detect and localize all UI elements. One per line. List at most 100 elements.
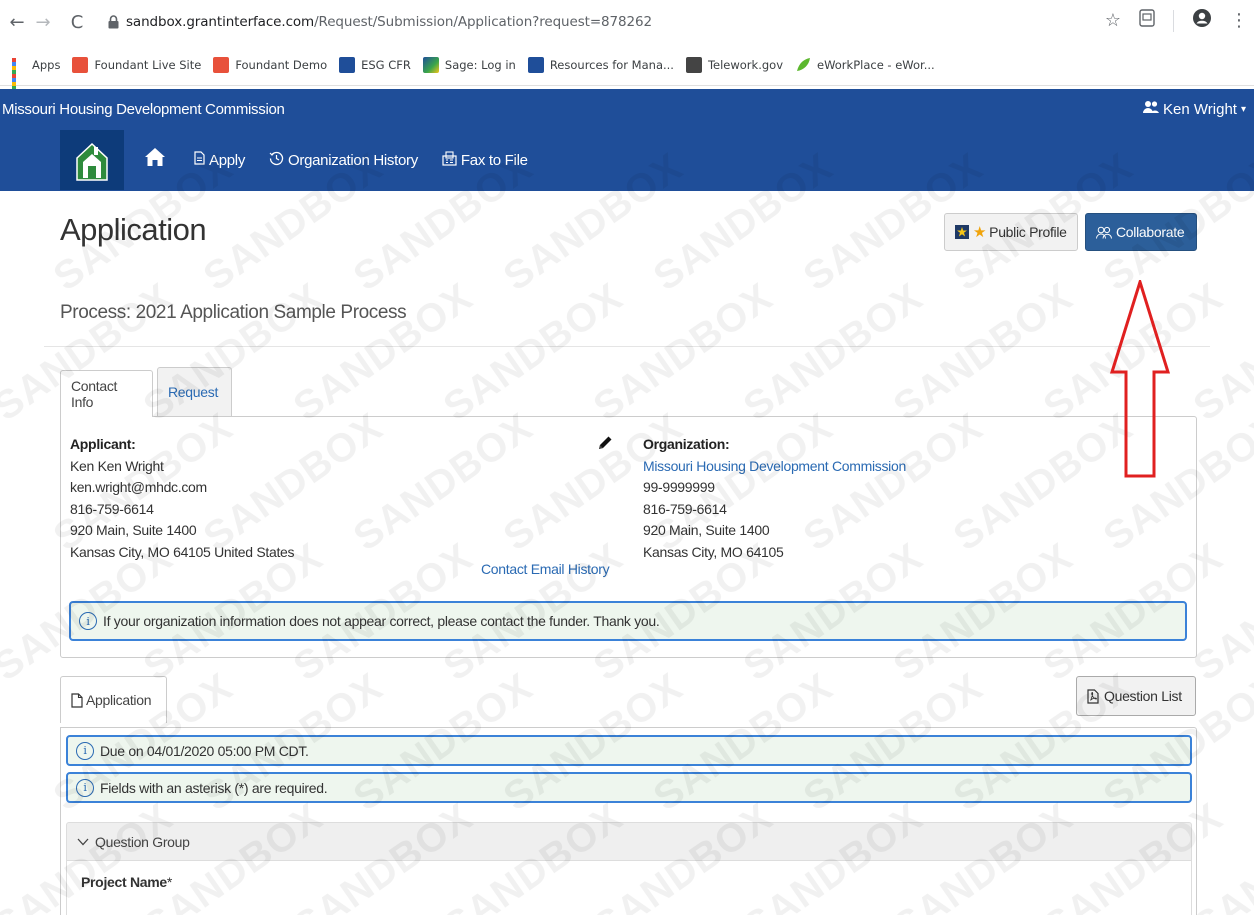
address-bar[interactable]: sandbox.grantinterface.com/Request/Submi… — [126, 14, 652, 30]
watermark-text: SANDBOX — [885, 274, 1081, 430]
application-panel: i Due on 04/01/2020 05:00 PM CDT. i Fiel… — [60, 727, 1197, 915]
url-host: sandbox.grantinterface.com — [126, 14, 315, 30]
button-label: Collaborate — [1116, 224, 1185, 240]
flag-icon — [955, 225, 969, 239]
watermark-text: SANDBOX — [1185, 274, 1254, 430]
watermark-text: SANDBOX — [285, 274, 481, 430]
bookmark-apps[interactable]: Apps — [12, 57, 61, 94]
question-group-header[interactable]: Question Group — [66, 822, 1192, 861]
organization-ein: 99-9999999 — [643, 479, 715, 496]
caret-down-icon: ▾ — [1240, 103, 1246, 115]
info-icon: i — [76, 778, 94, 797]
chevron-down-icon — [77, 838, 89, 846]
nav-apply[interactable]: Apply — [194, 151, 245, 169]
organization-phone: 816-759-6614 — [643, 500, 727, 517]
reload-icon[interactable]: C — [64, 12, 90, 33]
extension-icon[interactable] — [1139, 9, 1155, 32]
tab-request[interactable]: Request — [157, 367, 232, 416]
process-name: Process: 2021 Application Sample Process — [60, 302, 407, 323]
bookmark-label: eWorkPlace - eWor... — [817, 57, 935, 72]
required-asterisk: * — [166, 874, 173, 890]
applicant-name: Ken Ken Wright — [70, 457, 164, 474]
users-icon — [1143, 100, 1160, 118]
nav-label: Fax to File — [460, 151, 528, 169]
bookmark-label: Resources for Mana... — [549, 57, 674, 72]
foundant-icon — [72, 56, 89, 73]
nav-label: Organization History — [288, 151, 418, 169]
question-list-button[interactable]: Question List — [1076, 676, 1196, 716]
apps-grid-icon — [12, 57, 26, 94]
bookmark-label: Telework.gov — [707, 57, 783, 72]
contact-email-history-link[interactable]: Contact Email History — [481, 561, 610, 577]
public-profile-button[interactable]: ★ Public Profile — [944, 213, 1078, 251]
tab-application[interactable]: Application — [60, 676, 167, 723]
applicant-address-line2: Kansas City, MO 64105 United States — [70, 543, 295, 560]
bookmark-label: Apps — [32, 57, 61, 72]
profile-icon[interactable] — [1192, 8, 1212, 33]
annotation-arrow-icon — [1109, 280, 1171, 478]
star-icon[interactable]: ☆ — [1105, 10, 1121, 31]
bookmark-label: Foundant Live Site — [94, 57, 202, 72]
contact-info-panel: Applicant: Ken Ken Wright ken.wright@mhd… — [60, 416, 1197, 658]
info-icon: i — [79, 612, 97, 630]
document-icon — [194, 151, 205, 169]
users-icon — [1096, 226, 1112, 239]
nav-fax-to-file[interactable]: Fax to File — [442, 150, 528, 170]
bookmark-esg-cfr[interactable]: ESG CFR — [339, 56, 411, 73]
applicant-heading: Applicant: — [70, 436, 136, 452]
sage-icon — [422, 56, 439, 73]
watermark-text: SANDBOX — [435, 274, 631, 430]
organization-heading: Organization: — [643, 436, 730, 452]
star-icon: ★ — [973, 223, 987, 241]
bookmark-foundant-live[interactable]: Foundant Live Site — [72, 56, 202, 73]
url-path: /Request/Submission/Application?request=… — [314, 14, 652, 30]
collaborate-button[interactable]: Collaborate — [1085, 213, 1197, 251]
tab-label: Request — [168, 384, 219, 400]
organization-info: Organization: Missouri Housing Developme… — [643, 434, 906, 564]
organization-name-link[interactable]: Missouri Housing Development Commission — [643, 456, 906, 478]
toolbar-divider — [1173, 9, 1174, 32]
watermark-text: SANDBOX — [735, 274, 931, 430]
site-nav: Apply Organization History Fax to File — [0, 129, 1254, 191]
question-group-body: Project Name* — [66, 860, 1192, 915]
user-name: Ken Wright — [1163, 100, 1237, 118]
tab-label: Application — [86, 692, 152, 708]
nav-label: Apply — [209, 151, 246, 169]
bookmark-label: Foundant Demo — [235, 57, 328, 72]
lock-icon — [106, 14, 120, 30]
tab-contact-info[interactable]: Contact Info — [60, 370, 153, 417]
nav-organization-history[interactable]: Organization History — [269, 151, 418, 170]
applicant-email: ken.wright@mhdc.com — [70, 479, 207, 496]
menu-kebab-icon[interactable]: ⋮ — [1230, 10, 1248, 31]
user-menu[interactable]: Ken Wright ▾ — [1143, 100, 1246, 118]
home-icon[interactable] — [144, 147, 166, 173]
bookmark-resources[interactable]: Resources for Mana... — [527, 56, 674, 73]
browser-toolbar: ← → C sandbox.grantinterface.com/Request… — [0, 0, 1254, 44]
bookmark-eworkplace[interactable]: eWorkPlace - eWor... — [795, 57, 935, 73]
button-label: Public Profile — [989, 224, 1067, 240]
gsa-icon — [527, 56, 544, 73]
back-arrow-icon[interactable]: ← — [4, 12, 30, 33]
bookmarks-bar: Apps Foundant Live Site Foundant Demo ES… — [0, 44, 1254, 94]
org-info-notice: i If your organization information does … — [69, 601, 1187, 641]
bookmark-sage[interactable]: Sage: Log in — [422, 56, 516, 73]
site-header: Missouri Housing Development Commission … — [0, 89, 1254, 129]
history-icon — [269, 151, 284, 170]
forward-arrow-icon[interactable]: → — [30, 12, 56, 33]
required-fields-notice: i Fields with an asterisk (*) are requir… — [66, 772, 1192, 803]
field-label: Project Name — [81, 874, 167, 890]
bookmark-telework[interactable]: Telework.gov — [685, 56, 783, 73]
button-label: Question List — [1104, 688, 1182, 704]
file-icon — [71, 692, 83, 708]
watermark-text: SANDBOX — [585, 274, 781, 430]
pencil-icon[interactable] — [597, 435, 613, 454]
telework-icon — [685, 56, 702, 73]
site-org-name[interactable]: Missouri Housing Development Commission — [2, 101, 285, 118]
info-icon: i — [76, 741, 94, 760]
project-name-label: Project Name* — [81, 874, 172, 890]
applicant-address-line1: 920 Main, Suite 1400 — [70, 522, 197, 539]
logo[interactable] — [60, 130, 124, 190]
notice-text: Fields with an asterisk (*) are required… — [100, 779, 328, 796]
bookmark-foundant-demo[interactable]: Foundant Demo — [213, 56, 328, 73]
tab-label: Contact Info — [71, 378, 118, 410]
